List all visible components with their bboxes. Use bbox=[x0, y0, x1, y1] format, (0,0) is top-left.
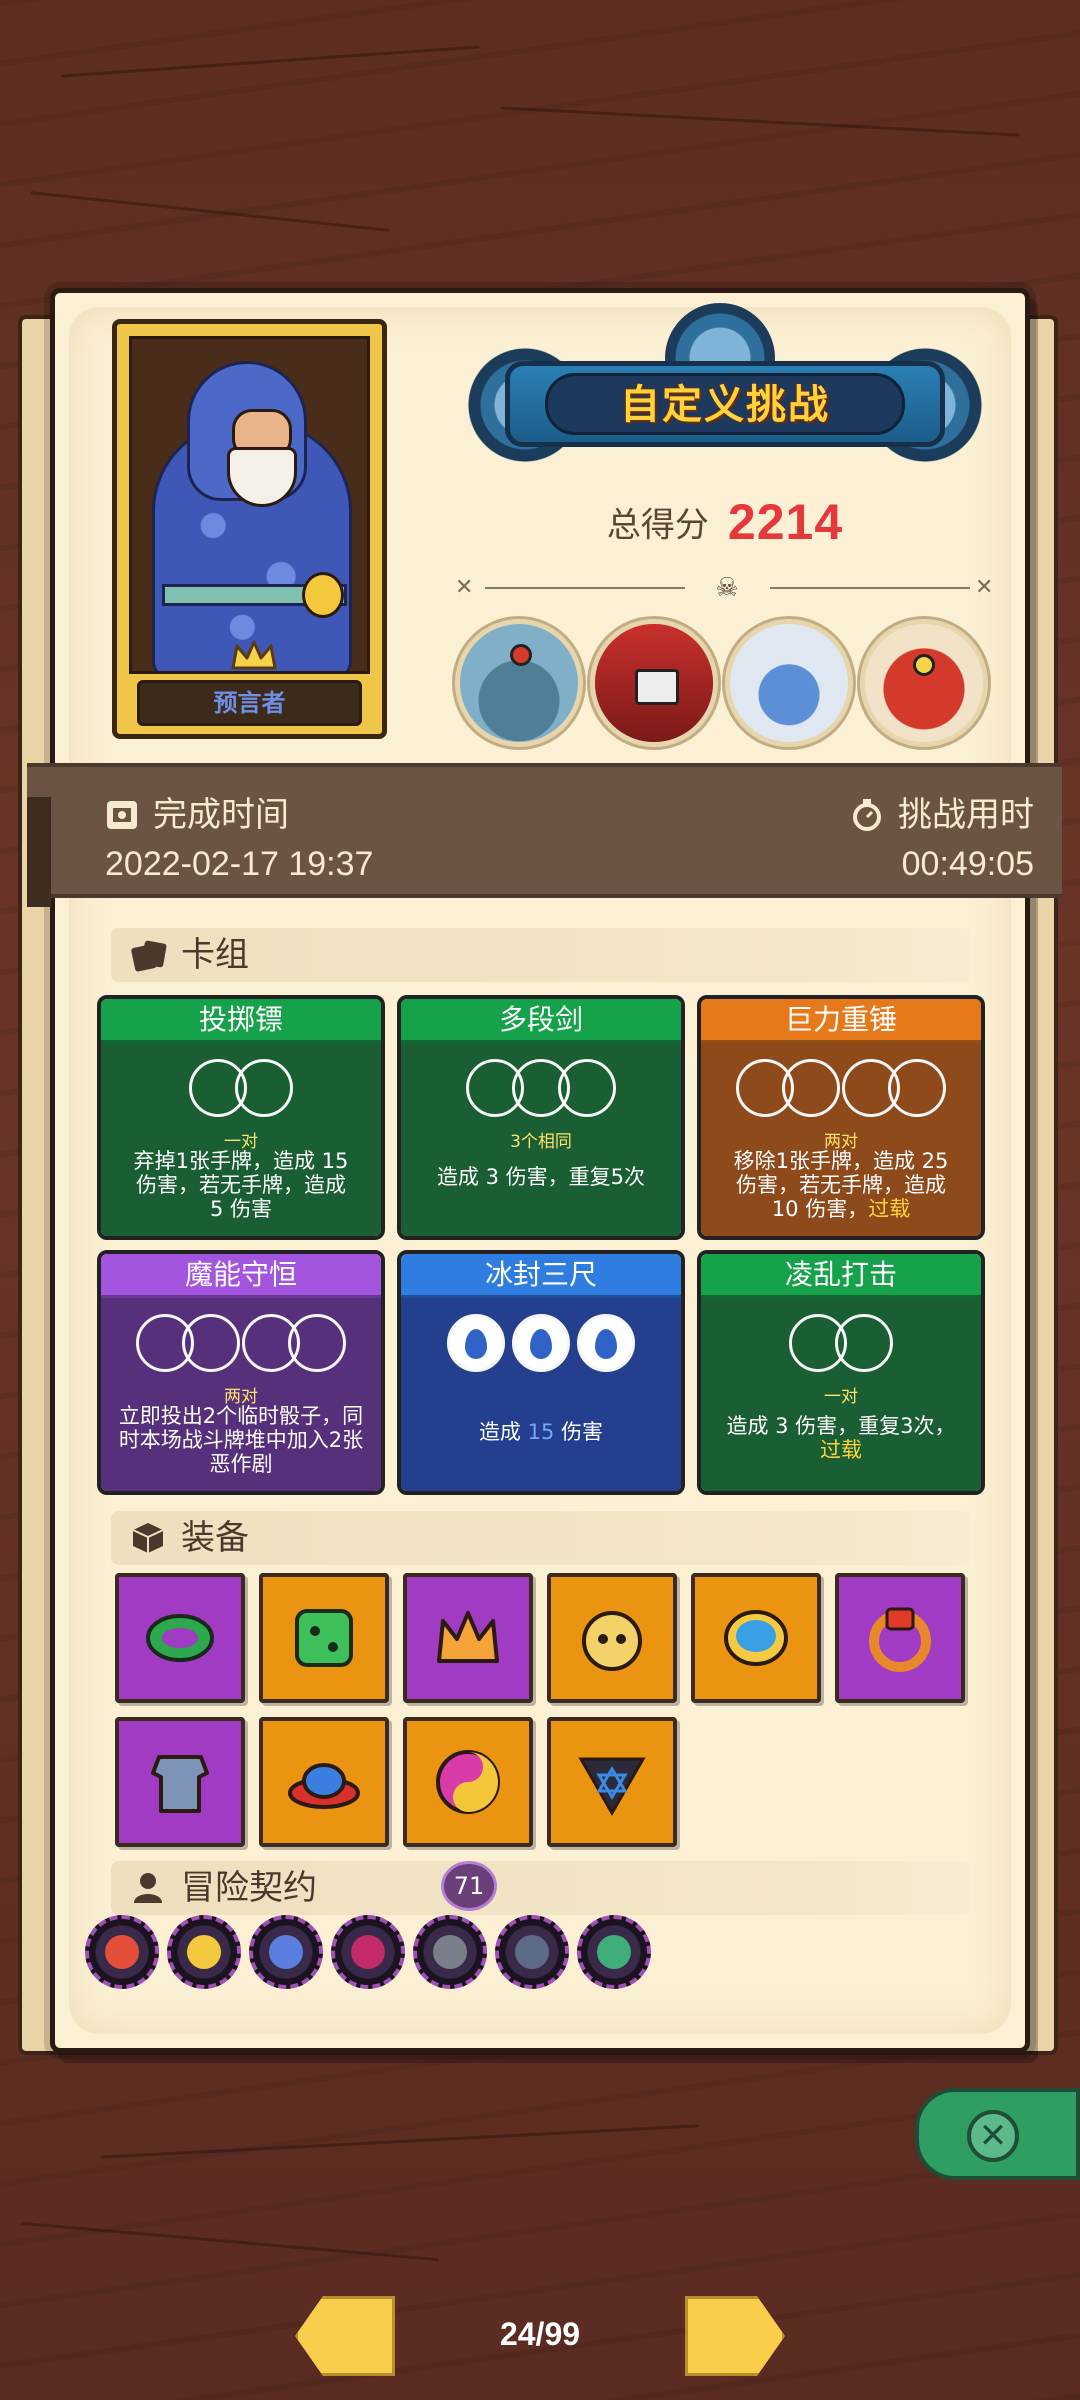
bracelet-icon bbox=[146, 1614, 214, 1662]
contract-item[interactable] bbox=[167, 1915, 241, 1989]
hero-portrait[interactable]: 预言者 bbox=[112, 319, 387, 739]
dice-slots bbox=[701, 1314, 981, 1376]
close-button[interactable]: ✕ bbox=[915, 2088, 1080, 2180]
calendar-icon bbox=[107, 801, 137, 829]
score-label: 总得分 bbox=[606, 505, 709, 546]
card-description: 立即投出2个临时骰子，同 时本场战斗牌堆中加入2张 恶作剧 bbox=[118, 1404, 364, 1476]
equipment-hexagram[interactable] bbox=[547, 1717, 677, 1847]
equipment-blue-gem[interactable] bbox=[691, 1573, 821, 1703]
hero-name: 预言者 bbox=[137, 680, 362, 726]
dice-icon bbox=[295, 1609, 353, 1667]
dice-slots bbox=[401, 1314, 681, 1372]
complete-time-label: 完成时间 bbox=[105, 787, 289, 836]
boss-avatar-frog[interactable] bbox=[455, 619, 583, 747]
equipment-golden-idol[interactable] bbox=[547, 1573, 677, 1703]
boss-list bbox=[455, 619, 1015, 749]
sword-icon: ✕ bbox=[975, 575, 994, 600]
dice-slots bbox=[401, 1059, 681, 1121]
equipment-swirl-orb[interactable] bbox=[403, 1717, 533, 1847]
crown-icon bbox=[231, 640, 277, 670]
card-description: 造成 15 伤害 bbox=[478, 1420, 604, 1444]
equipment-section-header: 装备 bbox=[111, 1511, 971, 1565]
card-multi-sword[interactable]: 多段剑 3个相同 造成 3 伤害，重复5次 bbox=[397, 995, 685, 1240]
boss-avatar-demon[interactable] bbox=[860, 619, 988, 747]
wood-grain bbox=[500, 106, 1020, 137]
card-description: 造成 3 伤害，重复3次， 过载 bbox=[726, 1414, 956, 1462]
wood-grain bbox=[20, 2221, 440, 2262]
page-indicator: 24/99 bbox=[499, 2316, 581, 2352]
card-throwing-dart[interactable]: 投掷镖 一对 弃掉1张手牌，造成 15 伤害，若无手牌，造成 5 伤害 bbox=[97, 995, 385, 1240]
contract-item[interactable] bbox=[249, 1915, 323, 1989]
wood-grain bbox=[60, 45, 480, 78]
card-description: 弃掉1张手牌，造成 15 伤害，若无手牌，造成 5 伤害 bbox=[133, 1149, 349, 1221]
deck-section-header: 卡组 bbox=[111, 928, 971, 982]
result-panel: 预言者 自定义挑战 总得分 2214 ✕ ☠ ✕ 完成时间 2022-02-17… bbox=[27, 288, 1062, 2053]
contract-item[interactable] bbox=[85, 1915, 159, 1989]
cards-icon bbox=[131, 940, 167, 972]
stopwatch-icon bbox=[853, 799, 881, 831]
equipment-spiked-bracelet[interactable] bbox=[115, 1573, 245, 1703]
close-icon: ✕ bbox=[967, 2110, 1019, 2162]
contract-count-badge: 71 bbox=[441, 1861, 497, 1911]
gem-icon bbox=[724, 1610, 788, 1666]
ring-icon bbox=[869, 1607, 931, 1672]
person-icon bbox=[134, 1873, 162, 1903]
sword-icon: ✕ bbox=[455, 575, 474, 600]
duration-label: 挑战用时 bbox=[850, 787, 1034, 836]
boss-avatar-box[interactable] bbox=[590, 619, 718, 747]
wood-grain bbox=[30, 191, 390, 232]
dice-slots bbox=[101, 1314, 381, 1376]
page-title: 自定义挑战 bbox=[545, 373, 905, 435]
contract-item[interactable] bbox=[413, 1915, 487, 1989]
contract-item[interactable] bbox=[577, 1915, 651, 1989]
equipment-colorful-hat[interactable] bbox=[259, 1717, 389, 1847]
boss-avatar-yeti[interactable] bbox=[725, 619, 853, 747]
card-chaotic-strike[interactable]: 凌乱打击 一对 造成 3 伤害，重复3次， 过载 bbox=[697, 1250, 985, 1495]
score-row: 总得分 2214 bbox=[465, 493, 985, 551]
contract-item[interactable] bbox=[331, 1915, 405, 1989]
dice-slots bbox=[701, 1059, 981, 1121]
orb-icon bbox=[436, 1750, 500, 1814]
contract-section-header: 冒险契约 71 bbox=[111, 1861, 971, 1915]
card-frozen-three[interactable]: 冰封三尺 造成 15 伤害 bbox=[397, 1250, 685, 1495]
wood-grain bbox=[100, 2124, 700, 2159]
hat-icon bbox=[288, 1763, 360, 1809]
card-energy-conservation[interactable]: 魔能守恒 两对 立即投出2个临时骰子，同 时本场战斗牌堆中加入2张 恶作剧 bbox=[97, 1250, 385, 1495]
equipment-green-die[interactable] bbox=[259, 1573, 389, 1703]
boss-divider: ✕ ☠ ✕ bbox=[455, 573, 1000, 603]
card-heavy-hammer[interactable]: 巨力重锤 两对 移除1张手牌，造成 25 伤害，若无手牌，造成 10 伤害，过载 bbox=[697, 995, 985, 1240]
card-description: 造成 3 伤害，重复5次 bbox=[436, 1165, 646, 1189]
armor-icon bbox=[151, 1755, 209, 1813]
hexagram-icon bbox=[578, 1757, 646, 1817]
equipment-armor[interactable] bbox=[115, 1717, 245, 1847]
water-drop-icon bbox=[530, 1329, 552, 1359]
water-drop-icon bbox=[595, 1329, 618, 1359]
cube-icon bbox=[132, 1523, 164, 1553]
info-bar: 完成时间 2022-02-17 19:37 挑战用时 00:49:05 bbox=[27, 763, 1062, 907]
duration-value: 00:49:05 bbox=[901, 845, 1034, 883]
equipment-crown[interactable] bbox=[403, 1573, 533, 1703]
water-drop-icon bbox=[464, 1329, 487, 1359]
skull-icon: ☠ bbox=[715, 573, 739, 603]
equipment-ring[interactable] bbox=[835, 1573, 965, 1703]
crown-icon bbox=[437, 1611, 499, 1663]
card-description: 移除1张手牌，造成 25 伤害，若无手牌，造成 10 伤害，过载 bbox=[733, 1149, 949, 1221]
dice-slots bbox=[101, 1059, 381, 1121]
contract-item[interactable] bbox=[495, 1915, 569, 1989]
score-value: 2214 bbox=[727, 494, 844, 550]
idol-icon bbox=[582, 1611, 642, 1671]
hero-art bbox=[129, 336, 370, 674]
title-banner: 自定义挑战 bbox=[465, 303, 985, 478]
complete-time-value: 2022-02-17 19:37 bbox=[105, 845, 374, 883]
